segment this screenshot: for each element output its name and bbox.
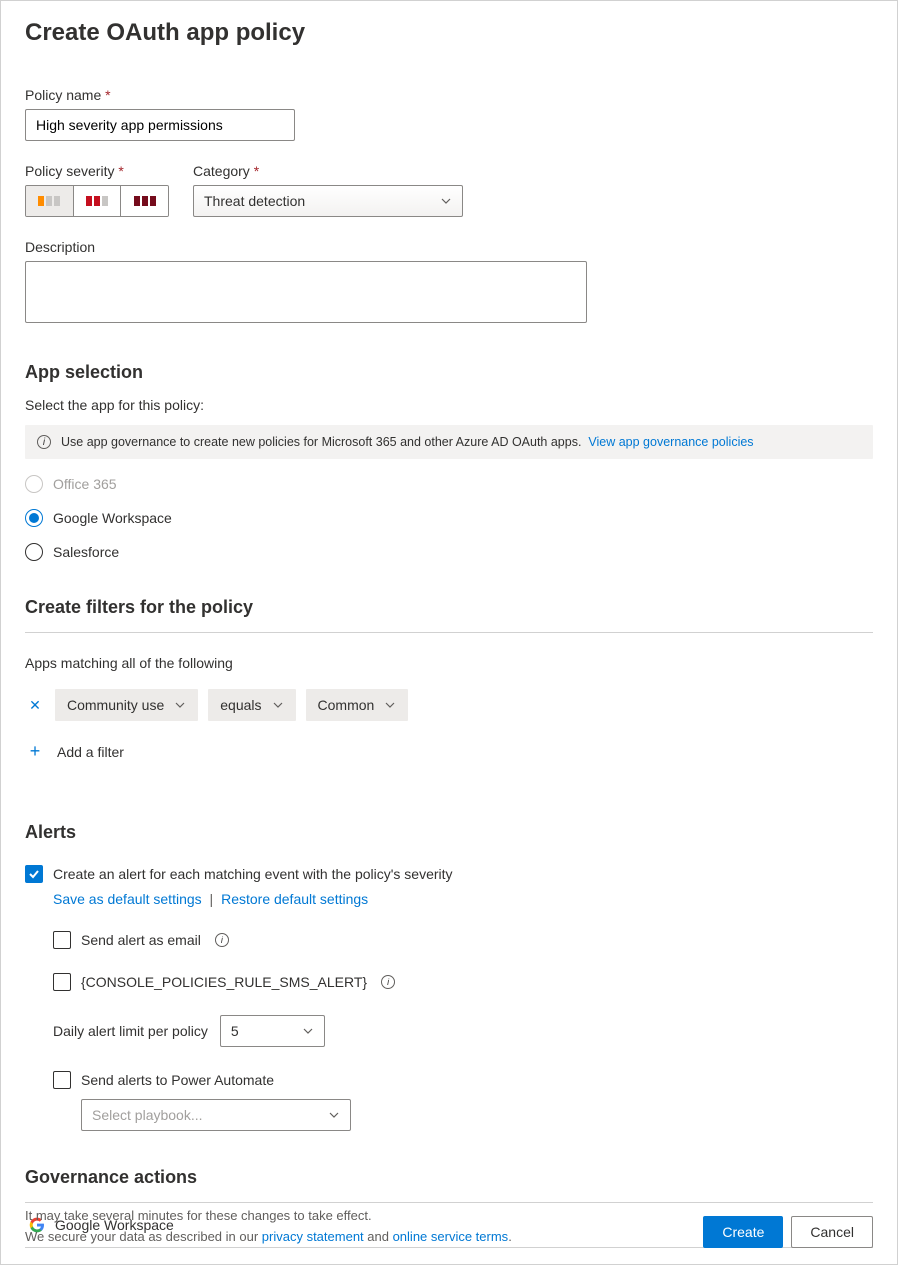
create-alert-checkbox[interactable] — [25, 865, 43, 883]
filter-operator-chip[interactable]: equals — [208, 689, 295, 721]
policy-name-input[interactable] — [25, 109, 295, 141]
severity-group — [25, 185, 169, 217]
send-sms-label: {CONSOLE_POLICIES_RULE_SMS_ALERT} — [81, 974, 367, 990]
send-sms-checkbox[interactable] — [53, 973, 71, 991]
severity-label: Policy severity * — [25, 163, 169, 179]
cancel-button[interactable]: Cancel — [791, 1216, 873, 1248]
plus-icon: + — [25, 741, 45, 762]
info-icon: i — [37, 435, 51, 449]
app-selection-heading: App selection — [25, 362, 873, 383]
radio-salesforce[interactable]: Salesforce — [25, 543, 873, 561]
daily-limit-select[interactable]: 5 — [220, 1015, 325, 1047]
governance-heading: Governance actions — [25, 1167, 873, 1188]
send-email-label: Send alert as email — [81, 932, 201, 948]
filters-heading: Create filters for the policy — [25, 597, 873, 618]
filter-field-chip[interactable]: Community use — [55, 689, 198, 721]
playbook-select[interactable]: Select playbook... — [81, 1099, 351, 1131]
radio-office365: Office 365 — [25, 475, 873, 493]
radio-google-label: Google Workspace — [53, 510, 172, 526]
power-automate-checkbox[interactable] — [53, 1071, 71, 1089]
create-alert-label: Create an alert for each matching event … — [53, 866, 453, 882]
app-selection-prompt: Select the app for this policy: — [25, 397, 873, 413]
category-value: Threat detection — [204, 193, 305, 209]
add-filter-button[interactable]: + Add a filter — [25, 741, 873, 762]
chevron-down-icon — [440, 195, 452, 207]
filter-value-chip[interactable]: Common — [306, 689, 409, 721]
chevron-down-icon — [384, 699, 396, 711]
save-default-link[interactable]: Save as default settings — [53, 891, 202, 907]
page-title: Create OAuth app policy — [25, 19, 873, 47]
restore-default-link[interactable]: Restore default settings — [221, 891, 368, 907]
info-icon[interactable]: i — [215, 933, 229, 947]
privacy-link[interactable]: privacy statement — [262, 1229, 364, 1244]
severity-medium-button[interactable] — [74, 186, 122, 216]
radio-icon — [25, 475, 43, 493]
chevron-down-icon — [328, 1109, 340, 1121]
view-governance-link[interactable]: View app governance policies — [588, 435, 753, 449]
severity-low-button[interactable] — [26, 186, 74, 216]
radio-icon — [25, 543, 43, 561]
severity-high-button[interactable] — [121, 186, 168, 216]
power-automate-label: Send alerts to Power Automate — [81, 1072, 274, 1088]
send-email-checkbox[interactable] — [53, 931, 71, 949]
radio-icon — [25, 509, 43, 527]
footer-text: It may take several minutes for these ch… — [25, 1206, 512, 1248]
chevron-down-icon — [272, 699, 284, 711]
alerts-heading: Alerts — [25, 822, 873, 843]
radio-google-workspace[interactable]: Google Workspace — [25, 509, 873, 527]
category-select[interactable]: Threat detection — [193, 185, 463, 217]
description-input[interactable] — [25, 261, 587, 323]
terms-link[interactable]: online service terms — [393, 1229, 509, 1244]
category-label: Category * — [193, 163, 463, 179]
daily-limit-label: Daily alert limit per policy — [53, 1023, 208, 1039]
info-icon[interactable]: i — [381, 975, 395, 989]
info-bar: i Use app governance to create new polic… — [25, 425, 873, 459]
chevron-down-icon — [174, 699, 186, 711]
radio-office365-label: Office 365 — [53, 476, 117, 492]
policy-name-label: Policy name * — [25, 87, 873, 103]
radio-salesforce-label: Salesforce — [53, 544, 119, 560]
filters-matching-label: Apps matching all of the following — [25, 655, 873, 671]
description-label: Description — [25, 239, 873, 255]
chevron-down-icon — [302, 1025, 314, 1037]
remove-filter-button[interactable]: ✕ — [25, 697, 45, 714]
create-button[interactable]: Create — [703, 1216, 783, 1248]
